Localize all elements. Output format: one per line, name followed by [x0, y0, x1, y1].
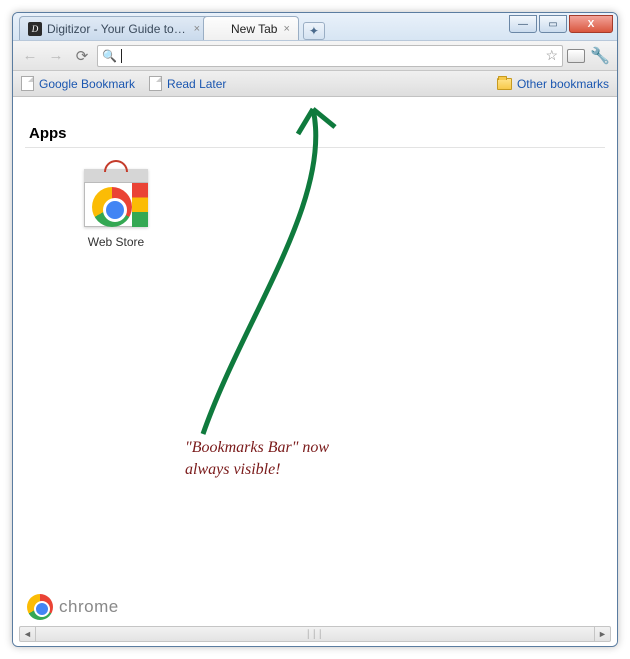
- folder-icon: [497, 78, 512, 90]
- tab-new-tab[interactable]: New Tab ×: [203, 16, 299, 40]
- settings-wrench-icon[interactable]: 🔧: [589, 45, 611, 67]
- new-tab-button[interactable]: ✦: [303, 22, 325, 40]
- annotation-arrow-icon: [183, 99, 383, 439]
- close-window-button[interactable]: X: [569, 15, 613, 33]
- web-store-icon: [84, 169, 148, 227]
- bookmarks-bar: Google Bookmark Read Later Other bookmar…: [13, 71, 617, 97]
- app-tile-label: Web Store: [61, 235, 171, 249]
- tab-digitizor[interactable]: D Digitizor - Your Guide to … ×: [19, 16, 209, 40]
- close-tab-icon[interactable]: ×: [283, 23, 289, 35]
- page-content: Apps Web Store "Bookmarks Bar" now alway…: [13, 97, 617, 646]
- favicon-blank: [212, 22, 226, 36]
- bookmark-read-later[interactable]: Read Later: [149, 76, 226, 91]
- browser-window: D Digitizor - Your Guide to … × New Tab …: [12, 12, 618, 647]
- annotation-line: always visible!: [185, 459, 415, 481]
- scroll-right-icon[interactable]: ►: [594, 627, 610, 641]
- search-icon: 🔍: [102, 49, 117, 63]
- annotation-text: "Bookmarks Bar" now always visible!: [185, 437, 415, 480]
- close-tab-icon[interactable]: ×: [194, 23, 200, 35]
- bookmark-label: Google Bookmark: [39, 77, 135, 91]
- scroll-left-icon[interactable]: ◄: [20, 627, 36, 641]
- other-bookmarks-label: Other bookmarks: [517, 77, 609, 91]
- horizontal-scrollbar[interactable]: ◄ │││ ►: [19, 626, 611, 642]
- tab-strip: D Digitizor - Your Guide to … × New Tab …: [19, 16, 325, 40]
- titlebar: D Digitizor - Your Guide to … × New Tab …: [13, 13, 617, 41]
- tab-label: Digitizor - Your Guide to …: [47, 22, 188, 36]
- bookmark-star-icon[interactable]: ☆: [545, 47, 558, 64]
- new-tab-icon: ✦: [309, 24, 319, 38]
- page-action-icon[interactable]: [567, 49, 585, 63]
- apps-heading: Apps: [29, 125, 67, 142]
- bookmark-google-bookmark[interactable]: Google Bookmark: [21, 76, 135, 91]
- chrome-wordmark: chrome: [59, 597, 119, 617]
- nav-toolbar: ← → ⟳ 🔍 ☆ 🔧: [13, 41, 617, 71]
- forward-button[interactable]: →: [45, 45, 67, 67]
- reload-button[interactable]: ⟳: [71, 45, 93, 67]
- page-icon: [149, 76, 162, 91]
- scrollbar-grip-icon: │││: [306, 630, 324, 639]
- chrome-logo: chrome: [27, 594, 119, 620]
- address-bar[interactable]: 🔍 ☆: [97, 45, 563, 67]
- minimize-button[interactable]: —: [509, 15, 537, 33]
- annotation-line: "Bookmarks Bar" now: [185, 437, 415, 459]
- text-caret: [121, 49, 122, 63]
- favicon-digitizor: D: [28, 22, 42, 36]
- page-icon: [21, 76, 34, 91]
- divider: [25, 147, 605, 148]
- other-bookmarks-button[interactable]: Other bookmarks: [497, 77, 609, 91]
- window-controls: — ▭ X: [509, 13, 617, 33]
- app-tile-web-store[interactable]: Web Store: [61, 169, 171, 249]
- tab-label: New Tab: [231, 22, 277, 36]
- chrome-icon: [27, 594, 53, 620]
- maximize-button[interactable]: ▭: [539, 15, 567, 33]
- back-button[interactable]: ←: [19, 45, 41, 67]
- bookmark-label: Read Later: [167, 77, 226, 91]
